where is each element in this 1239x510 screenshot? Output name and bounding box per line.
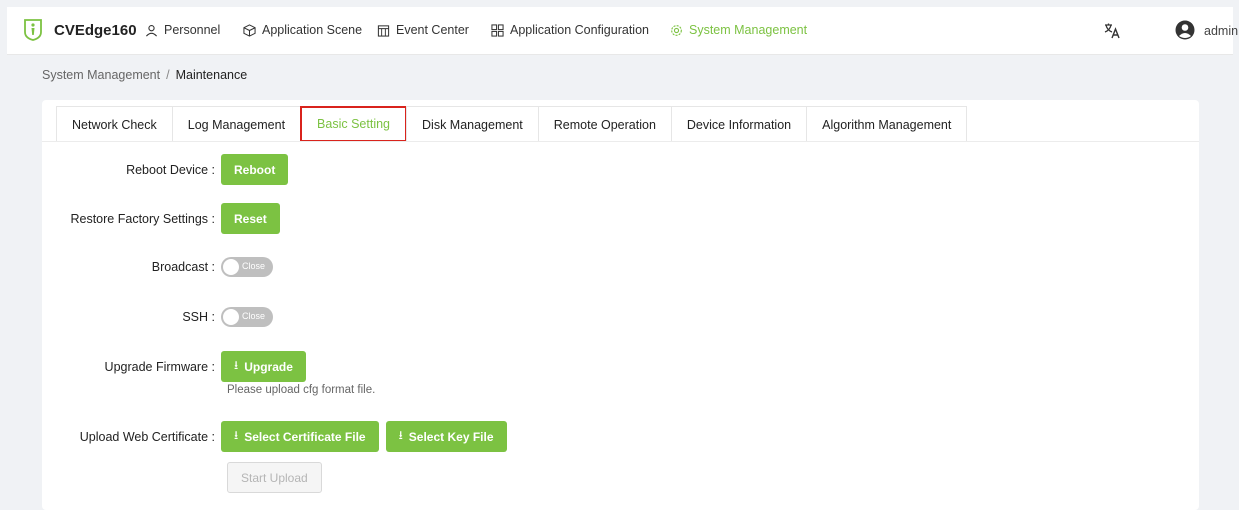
reset-label: Restore Factory Settings : [70,211,215,226]
username[interactable]: admin [1204,24,1238,38]
calendar-icon [377,24,390,37]
brand-name: CVEdge160 [54,22,137,39]
tab-basic-setting[interactable]: Basic Setting [300,106,408,142]
select-certificate-button[interactable]: ⭳ Select Certificate File [221,421,379,452]
select-key-button[interactable]: ⭳ Select Key File [385,421,507,452]
language-icon[interactable] [1103,22,1121,40]
upload-icon: ⭳ [234,358,239,372]
ssh-row: SSH : Close [42,307,273,327]
person-icon [145,24,158,36]
ssh-label: SSH : [182,310,215,324]
breadcrumb: System Management / Maintenance [42,68,247,82]
toggle-knob [223,259,239,275]
tab-remote-operation[interactable]: Remote Operation [537,106,672,142]
tab-disk-management[interactable]: Disk Management [406,106,539,142]
brand-logo-icon [24,19,42,41]
start-upload-button[interactable]: Start Upload [227,462,322,493]
breadcrumb-current: Maintenance [175,68,248,82]
toggle-state: Close [242,261,266,271]
nav-label: System Management [689,23,808,37]
nav-personnel[interactable]: Personnel [145,23,220,37]
grid-icon [491,23,504,37]
tab-network-check[interactable]: Network Check [56,106,173,142]
firmware-row: Upgrade Firmware : ⭳ Upgrade [42,351,306,382]
select-certificate-label: Select Certificate File [244,429,366,444]
cube-icon [243,23,256,37]
firmware-hint: Please upload cfg format file. [227,384,376,396]
nav-label: Event Center [396,23,469,37]
nav-label: Application Scene [262,23,363,37]
top-nav-bar: CVEdge160 Personnel Application Scene Ev… [7,7,1238,55]
maintenance-card: Network Check Log Management Basic Setti… [42,100,1199,510]
nav-label: Personnel [164,23,221,37]
breadcrumb-parent[interactable]: System Management [42,68,160,82]
nav-application-configuration[interactable]: Application Configuration [491,23,649,37]
reset-button[interactable]: Reset [221,203,280,234]
nav-label: Application Configuration [510,23,649,37]
upgrade-button-label: Upgrade [244,359,293,374]
reboot-label: Reboot Device : [126,162,215,177]
reset-row: Restore Factory Settings : Reset [42,203,280,234]
firmware-label: Upgrade Firmware : [104,359,215,374]
nav-application-scene[interactable]: Application Scene [243,23,362,37]
nav-system-management[interactable]: System Management [670,23,807,37]
tab-log-management[interactable]: Log Management [171,106,302,142]
nav-event-center[interactable]: Event Center [377,23,469,37]
upload-icon: ⭳ [234,428,239,442]
breadcrumb-separator: / [166,68,170,82]
upload-icon: ⭳ [398,428,403,442]
tab-device-information[interactable]: Device Information [670,106,808,142]
gear-icon [671,24,682,36]
tab-bar: Network Check Log Management Basic Setti… [56,106,968,142]
broadcast-label: Broadcast : [151,260,215,274]
user-avatar-icon[interactable] [1175,20,1195,40]
broadcast-toggle[interactable]: Close [221,257,273,277]
reboot-row: Reboot Device : Reboot [42,154,289,185]
tabs-divider [42,141,1199,142]
reboot-button[interactable]: Reboot [221,154,289,185]
toggle-state: Close [242,311,266,321]
select-key-label: Select Key File [408,429,494,444]
broadcast-row: Broadcast : Close [42,257,273,277]
toggle-knob [223,309,239,325]
ssh-toggle[interactable]: Close [221,307,273,327]
scrollbar[interactable] [1235,60,1239,510]
start-upload-row: Start Upload [227,462,322,493]
tab-algorithm-management[interactable]: Algorithm Management [806,106,968,142]
certificate-row: Upload Web Certificate : ⭳ Select Certif… [42,421,507,452]
certificate-label: Upload Web Certificate : [79,429,215,444]
upgrade-button[interactable]: ⭳ Upgrade [221,351,306,382]
